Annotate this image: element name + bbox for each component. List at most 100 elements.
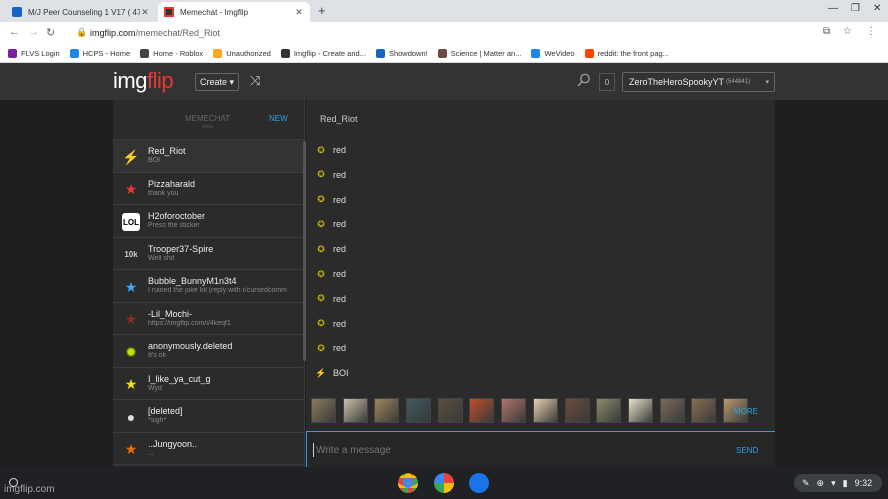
- forward-arrow-icon[interactable]: →: [28, 26, 39, 38]
- sender-avatar-icon: ✪: [317, 243, 325, 254]
- meme-template-thumbnail[interactable]: [564, 398, 590, 423]
- url-text: imgflip.com/memechat/Red_Riot: [90, 28, 221, 38]
- user-avatar-icon: ✹: [125, 343, 137, 360]
- bookmark-item[interactable]: Unauthorized: [213, 48, 271, 58]
- message-text: BOI: [333, 368, 349, 379]
- bookmarks-bar: FLVS Login HCPS - Home Home - Roblox Unauth…: [0, 44, 888, 63]
- user-avatar-icon: ★: [124, 278, 138, 295]
- meme-template-thumbnail[interactable]: [374, 398, 400, 423]
- chevron-down-icon: ▾: [765, 79, 769, 86]
- lock-icon: 🔒: [76, 27, 88, 37]
- create-button[interactable]: Create ▾: [195, 73, 240, 91]
- bookmark-favicon-icon: [531, 48, 541, 58]
- bookmark-item[interactable]: FLVS Login: [8, 48, 60, 58]
- open-in-new-icon[interactable]: ⧉: [823, 26, 830, 37]
- menu-kebab-icon[interactable]: ⋮: [866, 26, 876, 37]
- conversation-item[interactable]: ⚡ Red_Riot BOI: [113, 140, 304, 173]
- bookmark-item[interactable]: Home - Roblox: [140, 48, 203, 58]
- bookmark-item[interactable]: WeVideo: [531, 48, 575, 58]
- bookmark-item[interactable]: reddit: the front pag...: [584, 48, 669, 58]
- message-row: ✪ red: [316, 193, 346, 207]
- minimize-icon[interactable]: —: [828, 3, 838, 14]
- user-menu-button[interactable]: ZeroTheHeroSpookyYT (544841) ▾: [622, 72, 775, 92]
- bookmark-item[interactable]: Science | Matter an...: [437, 48, 522, 58]
- photos-app-icon[interactable]: [434, 473, 454, 493]
- meme-template-thumbnail[interactable]: [469, 398, 495, 423]
- message-row: ✪ red: [316, 317, 346, 331]
- conversation-preview: I ruined the joke lol (reply with r/curs…: [148, 287, 287, 294]
- message-row: ✪ red: [316, 143, 346, 157]
- sender-avatar-icon: ✪: [317, 218, 325, 229]
- conversation-preview: Press the sticker: [148, 222, 200, 229]
- sidebar-subtitle: beta: [203, 124, 213, 130]
- pen-icon: ✎: [802, 477, 810, 488]
- meme-template-thumbnail[interactable]: [437, 398, 463, 423]
- send-button[interactable]: SEND: [736, 446, 758, 455]
- conversation-item[interactable]: ● [deleted] *sigh*: [113, 400, 304, 433]
- message-text: red: [333, 194, 347, 205]
- conversation-preview: *sigh*: [148, 417, 167, 424]
- new-chat-button[interactable]: NEW: [269, 114, 288, 123]
- chrome-app-icon[interactable]: [398, 473, 418, 493]
- conversation-item[interactable]: ★ Bubble_BunnyM1n3t4 I ruined the joke lol…: [113, 270, 304, 303]
- meme-template-thumbnail[interactable]: [406, 398, 432, 423]
- meme-template-thumbnail[interactable]: [501, 398, 527, 423]
- close-tab-icon[interactable]: ✕: [294, 7, 304, 18]
- conversation-preview: thank you: [148, 189, 179, 197]
- bookmark-label: Unauthorized: [226, 48, 271, 58]
- close-tab-icon[interactable]: ✕: [140, 7, 150, 18]
- tab-memechat[interactable]: Memechat - Imgflip ✕: [158, 2, 310, 22]
- message-text: red: [333, 318, 347, 329]
- search-icon[interactable]: [577, 73, 591, 87]
- message-row: ✪ red: [316, 217, 346, 231]
- clock-time: 9:32: [854, 478, 873, 488]
- shuffle-icon[interactable]: ⤨: [250, 73, 260, 89]
- status-tray[interactable]: ✎ ⊕ ▾ ▮ 9:32: [794, 474, 882, 492]
- message-text: red: [333, 219, 347, 230]
- conversation-item[interactable]: ★ I_like_ya_cut_g Wyd: [113, 368, 304, 400]
- notification-count[interactable]: 0: [599, 73, 615, 91]
- bookmark-item[interactable]: HCPS - Home: [69, 48, 130, 58]
- conversation-item[interactable]: ★ -Lil_Mochi-https://imgflip.com/i/4keqf1: [113, 303, 304, 335]
- new-tab-button[interactable]: +: [318, 3, 326, 18]
- message-input[interactable]: [313, 443, 713, 457]
- conversation-item[interactable]: ✹ anonymously.deleted It's ok: [113, 335, 304, 368]
- message-text: red: [333, 169, 347, 180]
- close-window-icon[interactable]: ✕: [873, 3, 881, 14]
- address-bar[interactable]: 🔒 imgflip.com/memechat/Red_Riot: [60, 25, 866, 42]
- conversation-item[interactable]: ★ Pizzaharald thank you: [113, 173, 304, 205]
- meme-template-thumbnail[interactable]: [342, 398, 368, 423]
- tab-peer-counseling[interactable]: M/J Peer Counseling 1 V17 ( 47 ✕: [6, 2, 156, 22]
- meme-template-thumbnail[interactable]: [659, 398, 685, 423]
- imgflip-logo[interactable]: imgflip: [113, 68, 174, 94]
- meme-template-thumbnail[interactable]: [627, 398, 653, 423]
- conversation-item[interactable]: LOL H2oforoctober Press the sticker: [113, 205, 304, 238]
- message-row: ⚡ BOI: [315, 366, 349, 380]
- user-avatar-icon: ●: [126, 409, 136, 425]
- imgflip-watermark: imgflip.com: [4, 484, 55, 495]
- bookmark-label: Science | Matter an...: [450, 48, 522, 58]
- conversation-item[interactable]: 10k Trooper37-Spire Well shit: [113, 238, 304, 270]
- bookmark-star-icon[interactable]: ☆: [843, 26, 852, 37]
- browser-toolbar: ← → ↻ 🔒 imgflip.com/memechat/Red_Riot ⧉ …: [0, 22, 888, 44]
- back-arrow-icon[interactable]: ←: [9, 26, 20, 38]
- bookmark-favicon-icon: [140, 48, 150, 58]
- meme-template-thumbnail[interactable]: [596, 398, 622, 423]
- bookmark-item[interactable]: Imgflip - Create and...: [280, 48, 366, 58]
- meme-template-thumbnail[interactable]: [311, 398, 336, 423]
- sender-avatar-icon: ✪: [317, 342, 325, 353]
- maximize-icon[interactable]: ❐: [851, 3, 860, 14]
- bookmark-item[interactable]: Showdown!: [375, 48, 428, 58]
- meme-template-thumbnail[interactable]: [532, 398, 558, 423]
- files-app-icon[interactable]: [469, 473, 489, 493]
- reload-icon[interactable]: ↻: [46, 26, 55, 39]
- conversation-item[interactable]: ★ ..Jungyoon.....: [113, 433, 304, 465]
- meme-template-thumbnail[interactable]: [691, 398, 717, 423]
- conversation-preview: Wyd: [148, 384, 162, 392]
- user-avatar-icon: ★: [124, 376, 138, 392]
- conversation-preview: ...: [148, 449, 154, 457]
- more-templates-button[interactable]: MORE: [734, 407, 758, 416]
- battery-icon: ▮: [842, 477, 848, 488]
- message-row: ✪ red: [316, 267, 346, 281]
- message-text: red: [333, 145, 347, 155]
